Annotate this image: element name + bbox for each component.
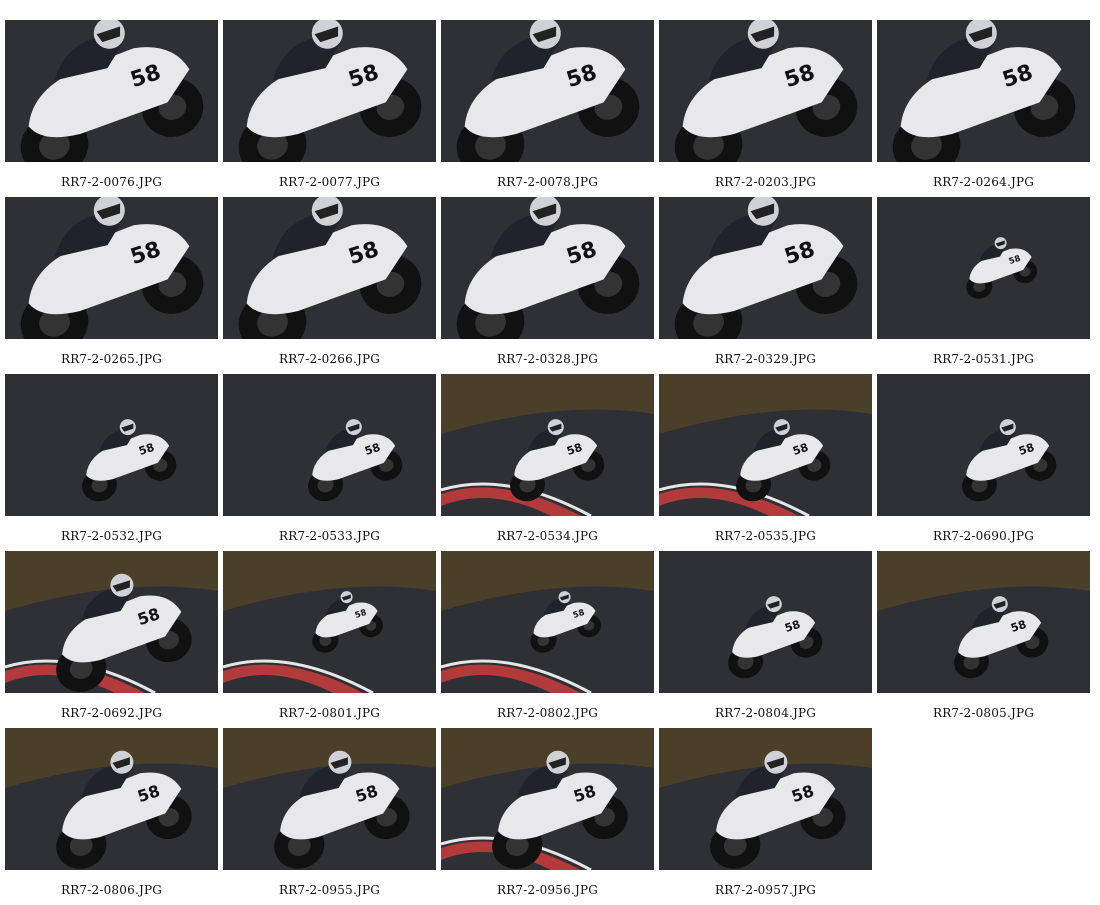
gallery-item[interactable]: 58 RR7-2-0531.JPG — [877, 197, 1090, 374]
thumbnail-image: 58 — [877, 197, 1090, 339]
photo-thumbnail[interactable]: 58 — [659, 728, 872, 870]
photo-filename[interactable]: RR7-2-0692.JPG — [5, 706, 218, 720]
photo-filename[interactable]: RR7-2-0077.JPG — [223, 175, 436, 189]
thumbnail-image: 58 — [223, 728, 436, 870]
photo-filename[interactable]: RR7-2-0690.JPG — [877, 529, 1090, 543]
photo-filename[interactable]: RR7-2-0264.JPG — [877, 175, 1090, 189]
photo-filename[interactable]: RR7-2-0533.JPG — [223, 529, 436, 543]
gallery-item[interactable]: 58 RR7-2-0329.JPG — [659, 197, 872, 374]
gallery-item[interactable]: 58 RR7-2-0957.JPG — [659, 728, 872, 905]
photo-thumbnail[interactable]: 58 — [877, 20, 1090, 162]
photo-thumbnail[interactable]: 58 — [223, 374, 436, 516]
photo-filename[interactable]: RR7-2-0076.JPG — [5, 175, 218, 189]
thumbnail-image: 58 — [5, 20, 218, 162]
photo-gallery: 58 RR7-2-0076.JPG 58 RR7-2-0077.JPG 58 RR7-2-… — [5, 20, 1090, 905]
gallery-item[interactable]: 58 RR7-2-0328.JPG — [441, 197, 654, 374]
thumbnail-image: 58 — [441, 728, 654, 870]
gallery-item[interactable]: 58 RR7-2-0955.JPG — [223, 728, 436, 905]
thumbnail-image: 58 — [223, 551, 436, 693]
photo-thumbnail[interactable]: 58 — [5, 551, 218, 693]
photo-filename[interactable]: RR7-2-0531.JPG — [877, 352, 1090, 366]
gallery-item[interactable]: 58 RR7-2-0956.JPG — [441, 728, 654, 905]
photo-filename[interactable]: RR7-2-0801.JPG — [223, 706, 436, 720]
thumbnail-image: 58 — [5, 728, 218, 870]
photo-thumbnail[interactable]: 58 — [223, 728, 436, 870]
thumbnail-image: 58 — [441, 197, 654, 339]
photo-thumbnail[interactable]: 58 — [877, 197, 1090, 339]
photo-filename[interactable]: RR7-2-0955.JPG — [223, 883, 436, 897]
gallery-item[interactable]: 58 RR7-2-0534.JPG — [441, 374, 654, 551]
gallery-item[interactable]: 58 RR7-2-0264.JPG — [877, 20, 1090, 197]
photo-filename[interactable]: RR7-2-0078.JPG — [441, 175, 654, 189]
photo-thumbnail[interactable]: 58 — [5, 728, 218, 870]
photo-thumbnail[interactable]: 58 — [441, 374, 654, 516]
thumbnail-image: 58 — [877, 374, 1090, 516]
gallery-item[interactable]: 58 RR7-2-0076.JPG — [5, 20, 218, 197]
thumbnail-image: 58 — [659, 20, 872, 162]
thumbnail-image: 58 — [659, 551, 872, 693]
gallery-item[interactable]: 58 RR7-2-0806.JPG — [5, 728, 218, 905]
gallery-item[interactable]: 58 RR7-2-0266.JPG — [223, 197, 436, 374]
thumbnail-image: 58 — [5, 551, 218, 693]
photo-thumbnail[interactable]: 58 — [441, 728, 654, 870]
thumbnail-image: 58 — [441, 374, 654, 516]
gallery-item[interactable]: 58 RR7-2-0077.JPG — [223, 20, 436, 197]
gallery-item[interactable]: 58 RR7-2-0692.JPG — [5, 551, 218, 728]
photo-thumbnail[interactable]: 58 — [659, 20, 872, 162]
photo-thumbnail[interactable]: 58 — [441, 197, 654, 339]
thumbnail-image: 58 — [659, 374, 872, 516]
thumbnail-image: 58 — [223, 374, 436, 516]
gallery-item[interactable]: 58 RR7-2-0802.JPG — [441, 551, 654, 728]
gallery-item[interactable]: 58 RR7-2-0203.JPG — [659, 20, 872, 197]
photo-thumbnail[interactable]: 58 — [659, 197, 872, 339]
gallery-item[interactable]: 58 RR7-2-0535.JPG — [659, 374, 872, 551]
gallery-item[interactable]: 58 RR7-2-0690.JPG — [877, 374, 1090, 551]
thumbnail-image: 58 — [441, 551, 654, 693]
gallery-item[interactable]: 58 RR7-2-0805.JPG — [877, 551, 1090, 728]
photo-thumbnail[interactable]: 58 — [223, 551, 436, 693]
photo-thumbnail[interactable]: 58 — [877, 551, 1090, 693]
gallery-item[interactable]: 58 RR7-2-0533.JPG — [223, 374, 436, 551]
thumbnail-image: 58 — [5, 374, 218, 516]
photo-filename[interactable]: RR7-2-0266.JPG — [223, 352, 436, 366]
thumbnail-image: 58 — [223, 20, 436, 162]
photo-thumbnail[interactable]: 58 — [223, 20, 436, 162]
photo-thumbnail[interactable]: 58 — [5, 197, 218, 339]
photo-thumbnail[interactable]: 58 — [223, 197, 436, 339]
thumbnail-image: 58 — [441, 20, 654, 162]
photo-filename[interactable]: RR7-2-0805.JPG — [877, 706, 1090, 720]
photo-filename[interactable]: RR7-2-0328.JPG — [441, 352, 654, 366]
photo-filename[interactable]: RR7-2-0804.JPG — [659, 706, 872, 720]
photo-filename[interactable]: RR7-2-0534.JPG — [441, 529, 654, 543]
photo-filename[interactable]: RR7-2-0329.JPG — [659, 352, 872, 366]
thumbnail-image: 58 — [5, 197, 218, 339]
gallery-item[interactable]: 58 RR7-2-0265.JPG — [5, 197, 218, 374]
photo-filename[interactable]: RR7-2-0203.JPG — [659, 175, 872, 189]
thumbnail-image: 58 — [877, 20, 1090, 162]
thumbnail-image: 58 — [659, 197, 872, 339]
photo-filename[interactable]: RR7-2-0802.JPG — [441, 706, 654, 720]
photo-filename[interactable]: RR7-2-0806.JPG — [5, 883, 218, 897]
photo-thumbnail[interactable]: 58 — [659, 374, 872, 516]
photo-filename[interactable]: RR7-2-0265.JPG — [5, 352, 218, 366]
thumbnail-image: 58 — [877, 551, 1090, 693]
gallery-item[interactable]: 58 RR7-2-0804.JPG — [659, 551, 872, 728]
photo-thumbnail[interactable]: 58 — [659, 551, 872, 693]
photo-filename[interactable]: RR7-2-0532.JPG — [5, 529, 218, 543]
photo-thumbnail[interactable]: 58 — [441, 551, 654, 693]
photo-thumbnail[interactable]: 58 — [877, 374, 1090, 516]
photo-filename[interactable]: RR7-2-0956.JPG — [441, 883, 654, 897]
gallery-item[interactable]: 58 RR7-2-0801.JPG — [223, 551, 436, 728]
photo-thumbnail[interactable]: 58 — [5, 20, 218, 162]
gallery-item[interactable]: 58 RR7-2-0078.JPG — [441, 20, 654, 197]
photo-thumbnail[interactable]: 58 — [441, 20, 654, 162]
photo-thumbnail[interactable]: 58 — [5, 374, 218, 516]
gallery-item[interactable]: 58 RR7-2-0532.JPG — [5, 374, 218, 551]
photo-filename[interactable]: RR7-2-0535.JPG — [659, 529, 872, 543]
photo-filename[interactable]: RR7-2-0957.JPG — [659, 883, 872, 897]
thumbnail-image: 58 — [223, 197, 436, 339]
thumbnail-image: 58 — [659, 728, 872, 870]
